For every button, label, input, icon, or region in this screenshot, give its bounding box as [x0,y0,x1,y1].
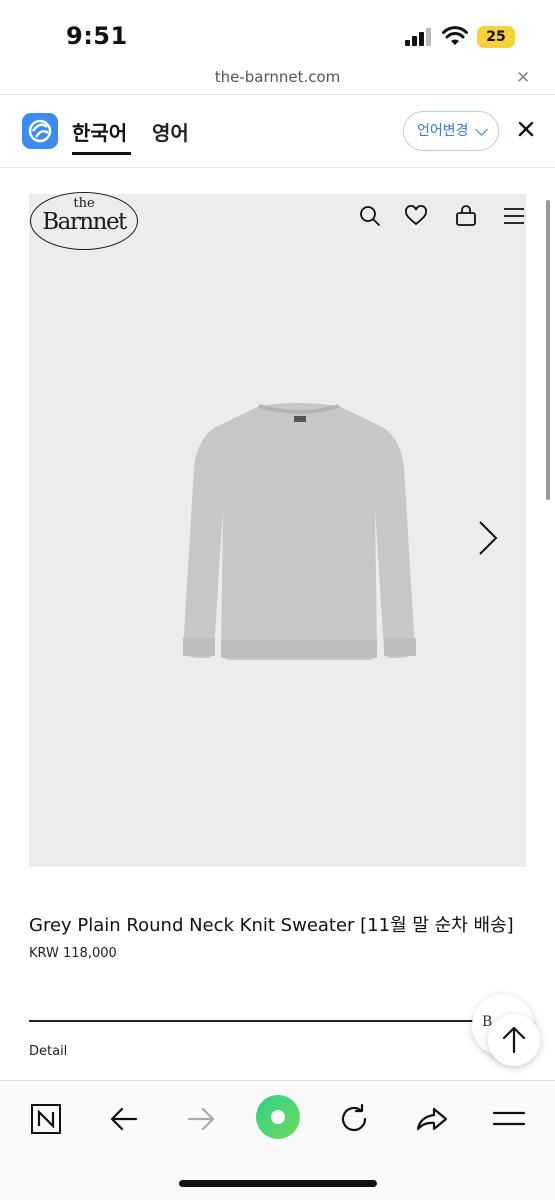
home-circle-icon[interactable] [254,1093,302,1141]
scroll-top-button[interactable] [488,1014,540,1066]
close-icon[interactable] [514,117,538,141]
hamburger-menu-icon[interactable] [487,1097,531,1141]
heart-icon[interactable] [404,204,428,228]
active-tab-indicator [72,152,131,155]
cellular-signal-icon [405,28,431,46]
tab-korean[interactable]: 한국어 [72,117,127,146]
close-icon[interactable]: ✕ [516,68,530,88]
home-indicator [179,1180,377,1187]
menu-icon[interactable] [502,204,526,228]
sweater-image [183,403,416,660]
site-logo[interactable]: the Barnnet [30,192,138,250]
product-title: Grey Plain Round Neck Knit Sweater [11월 … [29,915,514,936]
forward-arrow-icon[interactable] [179,1097,223,1141]
product-price: KRW 118,000 [29,946,117,961]
back-arrow-icon[interactable] [102,1097,146,1141]
n-logo-icon[interactable] [24,1097,68,1141]
detail-tab[interactable]: Detail [29,1044,67,1059]
product-image[interactable]: the Barnnet [29,192,526,867]
reload-icon[interactable] [332,1097,376,1141]
chevron-right-icon[interactable] [477,520,499,556]
tab-english[interactable]: 영어 [152,117,189,146]
translate-bar: 한국어 영어 언어변경 [0,95,555,167]
wifi-icon [442,26,468,45]
status-bar: 9:51 25 [0,0,555,66]
search-icon[interactable] [358,204,382,228]
chevron-down-icon [475,123,488,136]
shopping-bag-icon[interactable] [454,204,478,228]
arrow-up-icon [502,1026,526,1054]
url-text[interactable]: the-barnnet.com [0,68,555,86]
share-icon[interactable] [410,1097,454,1141]
divider [0,167,555,168]
scrollbar[interactable] [546,200,550,500]
url-bar[interactable]: the-barnnet.com ✕ [0,66,555,94]
battery-icon: 25 [477,26,515,48]
status-time: 9:51 [66,22,128,50]
change-language-label: 언어변경 [417,123,469,139]
logo-line-2: Barnnet [42,209,127,235]
divider [29,1020,481,1022]
translate-app-icon[interactable] [22,113,58,149]
change-language-button[interactable]: 언어변경 [403,111,499,151]
